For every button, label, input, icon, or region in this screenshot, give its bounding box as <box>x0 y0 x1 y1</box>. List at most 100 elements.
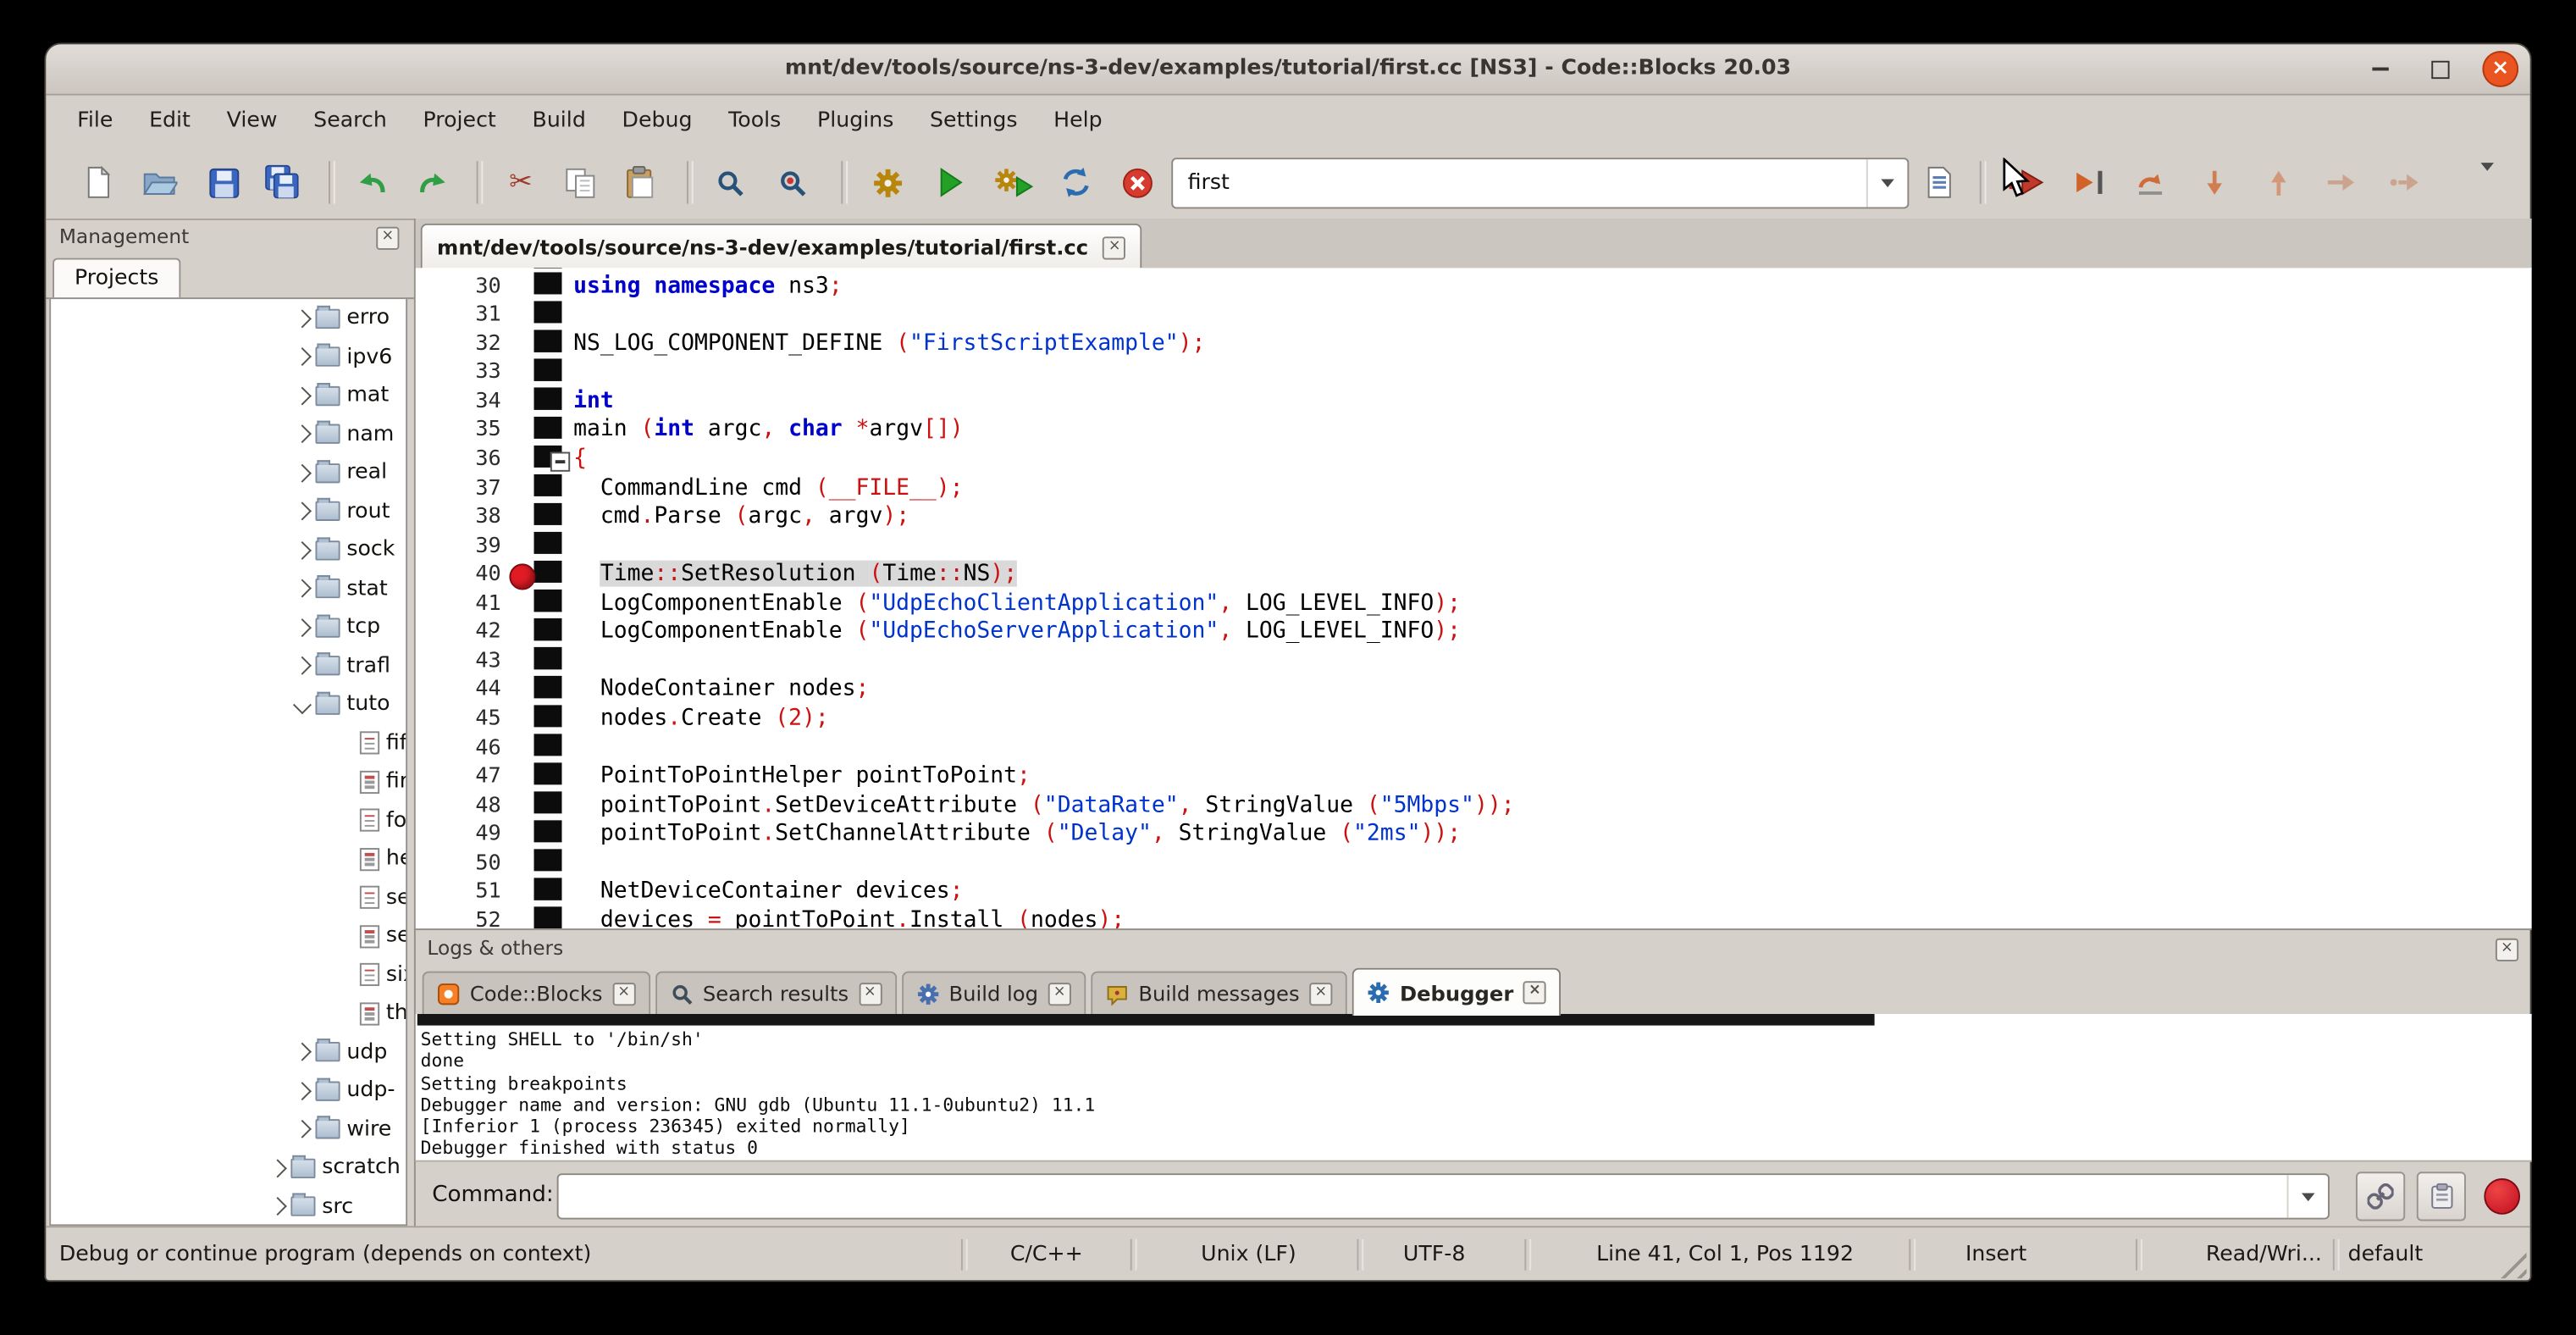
tab-close-icon[interactable]: × <box>1523 981 1546 1004</box>
tree-item-nam[interactable]: nam <box>51 415 406 454</box>
step-out-button[interactable] <box>2258 158 2300 207</box>
maximize-button[interactable] <box>2422 51 2458 87</box>
tree-item-sock[interactable]: sock <box>51 531 406 570</box>
fold-marker-icon[interactable] <box>550 452 570 472</box>
chevron-right-icon[interactable] <box>268 1159 287 1177</box>
titlebar[interactable]: mnt/dev/tools/source/ns-3-dev/examples/t… <box>46 44 2529 95</box>
redo-button[interactable] <box>411 158 453 207</box>
toolbar-overflow-chevron[interactable] <box>2480 171 2494 202</box>
tree-item-stat[interactable]: stat <box>51 569 406 608</box>
code-line[interactable]: PointToPointHelper pointToPoint; <box>573 762 2532 791</box>
code-line[interactable]: { <box>573 446 2532 474</box>
chevron-right-icon[interactable] <box>293 1043 312 1061</box>
code-line[interactable] <box>573 359 2532 388</box>
close-button[interactable]: × <box>2482 51 2518 87</box>
tree-item-real[interactable]: real <box>51 453 406 492</box>
replace-button[interactable] <box>771 158 813 207</box>
tree-item-udp[interactable]: udp <box>51 1033 406 1072</box>
code-line[interactable]: pointToPoint.SetDeviceAttribute ("DataRa… <box>573 791 2532 820</box>
logs-tab-code-blocks[interactable]: Code::Blocks× <box>423 972 650 1014</box>
chevron-right-icon[interactable] <box>293 540 312 559</box>
tree-item-tcp[interactable]: tcp <box>51 608 406 647</box>
menu-search[interactable]: Search <box>296 94 405 148</box>
cut-button[interactable]: ✂ <box>500 158 542 207</box>
tree-item-ipv6[interactable]: ipv6 <box>51 338 406 377</box>
chevron-right-icon[interactable] <box>293 1120 312 1138</box>
copy-log-button[interactable] <box>2417 1172 2466 1221</box>
breakpoint-icon[interactable] <box>509 564 535 590</box>
tree-item-fo[interactable]: fo <box>51 801 406 840</box>
tree-item-six[interactable]: six <box>51 956 406 994</box>
code-line[interactable] <box>573 647 2532 676</box>
menu-plugins[interactable]: Plugins <box>799 94 912 148</box>
chevron-right-icon[interactable] <box>293 425 312 444</box>
code-line[interactable]: NS_LOG_COMPONENT_DEFINE ("FirstScriptExa… <box>573 330 2532 359</box>
stop-debugger-button[interactable] <box>2484 1178 2520 1215</box>
tree-item-tuto[interactable]: tuto <box>51 685 406 724</box>
menu-edit[interactable]: Edit <box>131 94 209 148</box>
code-line[interactable]: LogComponentEnable ("UdpEchoClientApplic… <box>573 590 2532 618</box>
abort-build-button[interactable] <box>1115 158 1158 207</box>
tab-close-icon[interactable]: × <box>1309 982 1332 1005</box>
tree-item-src[interactable]: src <box>51 1188 406 1227</box>
menu-project[interactable]: Project <box>405 94 514 148</box>
tree-item-scratch[interactable]: scratch <box>51 1149 406 1188</box>
resize-grip[interactable] <box>2494 1246 2527 1279</box>
tree-item-udp[interactable]: udp- <box>51 1072 406 1111</box>
code-line[interactable]: LogComponentEnable ("UdpEchoServerApplic… <box>573 618 2532 647</box>
code-line[interactable]: Time::SetResolution (Time::NS); <box>573 561 2532 590</box>
compile-current-file-button[interactable] <box>1917 158 1960 207</box>
code-line[interactable]: int <box>573 388 2532 417</box>
tree-item-trafl[interactable]: trafl <box>51 646 406 685</box>
code-line[interactable]: NetDeviceContainer devices; <box>573 878 2532 906</box>
tree-item-th[interactable]: th <box>51 994 406 1033</box>
menu-view[interactable]: View <box>208 94 296 148</box>
tree-item-se[interactable]: se <box>51 917 406 956</box>
build-button[interactable] <box>865 158 908 207</box>
copy-button[interactable] <box>559 158 601 207</box>
tree-item-erro[interactable]: erro <box>51 299 406 338</box>
chevron-right-icon[interactable] <box>268 1198 287 1216</box>
code-line[interactable]: using namespace ns3; <box>573 272 2532 301</box>
tree-item-wire[interactable]: wire <box>51 1111 406 1149</box>
save-button[interactable] <box>202 158 245 207</box>
code-line[interactable]: devices = pointToPoint.Install (nodes); <box>573 907 2532 929</box>
chevron-right-icon[interactable] <box>293 502 312 521</box>
chevron-right-icon[interactable] <box>293 386 312 405</box>
tab-projects[interactable]: Projects <box>53 258 180 300</box>
breakpoint-margin[interactable] <box>534 268 562 928</box>
tree-item-fif[interactable]: fif <box>51 724 406 763</box>
code-line[interactable]: main (int argc, char *argv[]) <box>573 417 2532 446</box>
editor-tab[interactable]: mnt/dev/tools/source/ns-3-dev/examples/t… <box>421 224 1143 269</box>
code-line[interactable]: cmd.Parse (argc, argv); <box>573 503 2532 532</box>
tab-close-icon[interactable]: × <box>1103 235 1126 258</box>
logs-tab-debugger[interactable]: Debugger× <box>1352 968 1562 1016</box>
menu-help[interactable]: Help <box>1036 94 1120 148</box>
menu-settings[interactable]: Settings <box>912 94 1036 148</box>
minimize-button[interactable] <box>2363 51 2399 87</box>
step-into-instruction-button[interactable] <box>2382 158 2424 207</box>
code-line[interactable]: pointToPoint.SetChannelAttribute ("Delay… <box>573 820 2532 849</box>
step-into-button[interactable] <box>2193 158 2236 207</box>
command-input[interactable] <box>557 1173 2330 1219</box>
code-line[interactable]: NodeContainer nodes; <box>573 676 2532 705</box>
logs-tab-build-log[interactable]: Build log× <box>901 972 1086 1014</box>
new-file-button[interactable] <box>77 158 119 207</box>
chevron-down-icon[interactable] <box>293 695 312 714</box>
tab-close-icon[interactable]: × <box>612 982 635 1005</box>
code-line[interactable]: nodes.Create (2); <box>573 705 2532 734</box>
chevron-right-icon[interactable] <box>293 1082 312 1100</box>
logs-close-icon[interactable]: × <box>2496 939 2518 961</box>
tree-item-he[interactable]: he <box>51 839 406 878</box>
code-line[interactable] <box>573 302 2532 330</box>
logs-tab-search-results[interactable]: Search results× <box>655 972 897 1014</box>
chevron-right-icon[interactable] <box>293 463 312 482</box>
tab-close-icon[interactable]: × <box>859 982 882 1005</box>
tree-item-mat[interactable]: mat <box>51 376 406 415</box>
menu-file[interactable]: File <box>59 94 131 148</box>
chevron-right-icon[interactable] <box>293 656 312 675</box>
management-close-icon[interactable]: × <box>376 227 399 250</box>
menu-build[interactable]: Build <box>514 94 604 148</box>
next-line-button[interactable] <box>2131 158 2173 207</box>
code-line[interactable] <box>573 849 2532 878</box>
